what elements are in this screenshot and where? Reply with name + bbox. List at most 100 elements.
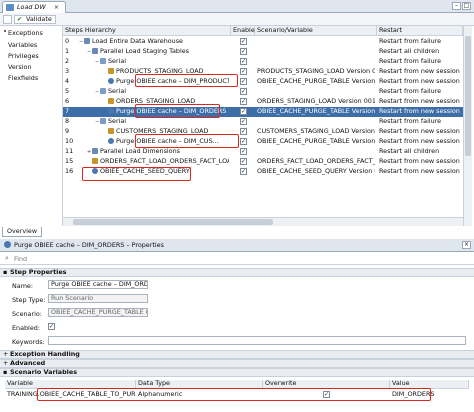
keywords-field[interactable] bbox=[48, 336, 466, 345]
enabled-checkbox[interactable]: ✓ bbox=[240, 88, 247, 95]
check-icon: ✔ bbox=[17, 15, 23, 23]
step-cell[interactable]: Purge OBIEE cache – DIM_ORDERS bbox=[103, 107, 229, 116]
serial-icon bbox=[100, 58, 106, 64]
step-cell[interactable]: − Load Entire Data Warehouse bbox=[79, 37, 229, 47]
table-row[interactable]: 6 ORDERS_STAGING_LOAD ✓ ORDERS_STAGING_LOAD… bbox=[63, 97, 463, 107]
restart-cell[interactable]: Restart from new session bbox=[379, 157, 463, 166]
editor-toolbar: ✔ Validate bbox=[0, 13, 474, 26]
table-row[interactable]: 15 ORDERS_FACT_LOAD_ORDERS_FACT_LOAD_0 ✓ OR… bbox=[63, 157, 463, 167]
nav-item-exceptions[interactable]: Exceptions bbox=[8, 29, 43, 37]
section-exception-handling-label: Exception Handling bbox=[10, 350, 80, 358]
enabled-checkbox[interactable]: ✓ bbox=[240, 48, 247, 55]
table-row[interactable]: 8 − Serial ✓ Restart from failure bbox=[63, 117, 463, 127]
step-cell[interactable]: − Serial bbox=[95, 117, 229, 127]
table-row[interactable]: 10 Purge OBIEE cache – DIM_CUS... ✓ OBIEE_C… bbox=[63, 137, 463, 147]
step-cell[interactable]: ORDERS_STAGING_LOAD bbox=[103, 97, 229, 106]
name-field[interactable]: Purge OBIEE cache – DIM_ORDERS bbox=[48, 280, 148, 289]
enabled-checkbox[interactable]: ✓ bbox=[240, 138, 247, 145]
step-cell[interactable]: − Parallel Load Staging Tables bbox=[87, 47, 229, 57]
restart-cell[interactable]: Restart from new session bbox=[379, 77, 463, 86]
restart-cell[interactable]: Restart from failure bbox=[379, 37, 463, 46]
restart-cell[interactable]: Restart from failure bbox=[379, 117, 463, 126]
var-col-data-type[interactable]: Data Type bbox=[136, 380, 263, 389]
table-row[interactable]: 3 PRODUCTS_STAGING_LOAD ✓ PRODUCTS_STAGING_… bbox=[63, 67, 463, 77]
enabled-checkbox[interactable]: ✓ bbox=[240, 148, 247, 155]
step-cell[interactable]: − Serial bbox=[95, 57, 229, 67]
close-panel-icon[interactable]: × bbox=[462, 241, 471, 249]
enabled-checkbox[interactable]: ✓ bbox=[240, 108, 247, 115]
properties-title-text: Purge OBIEE cache – DIM_ORDERS – Propert… bbox=[14, 241, 164, 249]
section-step-properties[interactable]: ▪ Step Properties bbox=[0, 268, 474, 277]
table-row[interactable]: 1 − Parallel Load Staging Tables ✓ Restart a… bbox=[63, 47, 463, 57]
table-row[interactable]: 7 Purge OBIEE cache – DIM_ORDERS ✓ OBIEE_CA… bbox=[63, 107, 463, 117]
section-exception-handling[interactable]: + Exception Handling bbox=[0, 350, 474, 359]
step-cell[interactable]: Purge OBIEE cache – DIM_PRODUCTS bbox=[103, 77, 229, 86]
toolbar-grid-icon[interactable] bbox=[3, 15, 12, 24]
enabled-checkbox[interactable]: ✓ bbox=[240, 38, 247, 45]
step-cell[interactable]: PRODUCTS_STAGING_LOAD bbox=[103, 67, 229, 76]
enabled-checkbox[interactable]: ✓ bbox=[240, 128, 247, 135]
step-cell[interactable]: Purge OBIEE cache – DIM_CUS... bbox=[103, 137, 229, 146]
tab-overview[interactable]: Overview bbox=[2, 227, 43, 237]
restart-cell[interactable]: Restart from failure bbox=[379, 57, 463, 66]
properties-title: Purge OBIEE cache – DIM_ORDERS – Propert… bbox=[4, 241, 164, 250]
grid-vertical-scrollbar[interactable] bbox=[463, 26, 472, 226]
enabled-checkbox[interactable]: ✓ bbox=[240, 78, 247, 85]
enabled-checkbox[interactable]: ✓ bbox=[48, 323, 55, 330]
nav-item-version[interactable]: Version bbox=[8, 63, 32, 71]
validate-button[interactable]: ✔ Validate bbox=[14, 15, 56, 24]
enabled-checkbox[interactable]: ✓ bbox=[240, 68, 247, 75]
enabled-checkbox[interactable]: ✓ bbox=[240, 168, 247, 175]
tab-load-dw[interactable]: Load DW × bbox=[2, 1, 67, 13]
minimize-icon[interactable]: – bbox=[452, 2, 461, 10]
maximize-icon[interactable]: □ bbox=[462, 2, 471, 10]
section-advanced[interactable]: + Advanced bbox=[0, 359, 474, 368]
close-tab-icon[interactable]: × bbox=[54, 3, 59, 11]
grid-horizontal-scrollbar[interactable] bbox=[63, 217, 463, 226]
restart-cell[interactable]: Restart from new session bbox=[379, 67, 463, 76]
table-row[interactable]: 11 + Parallel Load Dimensions ✓ Restart all … bbox=[63, 147, 463, 157]
column-header-steps[interactable]: Steps Hierarchy bbox=[63, 26, 231, 36]
value-cell[interactable]: DIM_ORDERS bbox=[390, 390, 469, 400]
variable-name-cell[interactable]: TRAINING.OBIEE_CACHE_TABLE_TO_PURGE bbox=[5, 390, 136, 400]
nav-item-variables[interactable]: Variables bbox=[8, 41, 37, 49]
section-scenario-variables[interactable]: ▪ Scenario Variables bbox=[0, 368, 474, 377]
scroll-thumb[interactable] bbox=[73, 219, 273, 225]
var-col-variable[interactable]: Variable bbox=[5, 380, 136, 389]
table-row[interactable]: 9 CUSTOMERS_STAGING_LOAD ✓ CUSTOMERS_STAGIN… bbox=[63, 127, 463, 137]
restart-cell[interactable]: Restart from new session bbox=[379, 107, 463, 116]
enabled-checkbox[interactable]: ✓ bbox=[240, 158, 247, 165]
table-row[interactable]: 5 − Serial ✓ Restart from failure bbox=[63, 87, 463, 97]
table-row[interactable]: 16 OBIEE_CACHE_SEED_QUERY ✓ OBIEE_CACHE_SEE… bbox=[63, 167, 463, 177]
step-label: OBIEE_CACHE_SEED_QUERY bbox=[100, 167, 190, 175]
restart-cell[interactable]: Restart all children bbox=[379, 47, 463, 56]
enabled-checkbox[interactable]: ✓ bbox=[240, 58, 247, 65]
enabled-checkbox[interactable]: ✓ bbox=[240, 118, 247, 125]
step-cell[interactable]: ORDERS_FACT_LOAD_ORDERS_FACT_LOAD_0 bbox=[87, 157, 229, 166]
step-cell[interactable]: OBIEE_CACHE_SEED_QUERY bbox=[87, 167, 229, 176]
restart-cell[interactable]: Restart all children bbox=[379, 147, 463, 156]
overwrite-checkbox[interactable]: ✓ bbox=[323, 391, 330, 398]
restart-cell[interactable]: Restart from new session bbox=[379, 167, 463, 176]
column-header-enabled[interactable]: Enabled bbox=[231, 26, 259, 36]
restart-cell[interactable]: Restart from new session bbox=[379, 127, 463, 136]
enabled-checkbox[interactable]: ✓ bbox=[240, 98, 247, 105]
step-cell[interactable]: + Parallel Load Dimensions bbox=[87, 147, 229, 157]
var-col-overwrite[interactable]: Overwrite bbox=[263, 380, 390, 389]
scroll-thumb[interactable] bbox=[465, 36, 471, 156]
nav-item-flexfields[interactable]: Flexfields bbox=[8, 74, 38, 82]
column-header-restart[interactable]: Restart bbox=[377, 26, 463, 36]
table-row[interactable]: 4 Purge OBIEE cache – DIM_PRODUCTS ✓ OBIEE_… bbox=[63, 77, 463, 87]
table-row[interactable]: 2 − Serial ✓ Restart from failure bbox=[63, 57, 463, 67]
step-cell[interactable]: CUSTOMERS_STAGING_LOAD bbox=[103, 127, 229, 136]
step-label: Purge OBIEE cache – DIM_PRODUCTS bbox=[116, 77, 229, 85]
table-row[interactable]: 0 − Load Entire Data Warehouse ✓ Restart fro… bbox=[63, 37, 463, 47]
var-col-value[interactable]: Value bbox=[390, 380, 469, 389]
column-header-scenario[interactable]: Scenario/Variable bbox=[255, 26, 377, 36]
step-cell[interactable]: − Serial bbox=[95, 87, 229, 97]
restart-cell[interactable]: Restart from new session bbox=[379, 137, 463, 146]
nav-item-privileges[interactable]: Privileges bbox=[8, 52, 39, 60]
find-input[interactable] bbox=[4, 254, 134, 263]
restart-cell[interactable]: Restart from failure bbox=[379, 87, 463, 96]
restart-cell[interactable]: Restart from new session bbox=[379, 97, 463, 106]
